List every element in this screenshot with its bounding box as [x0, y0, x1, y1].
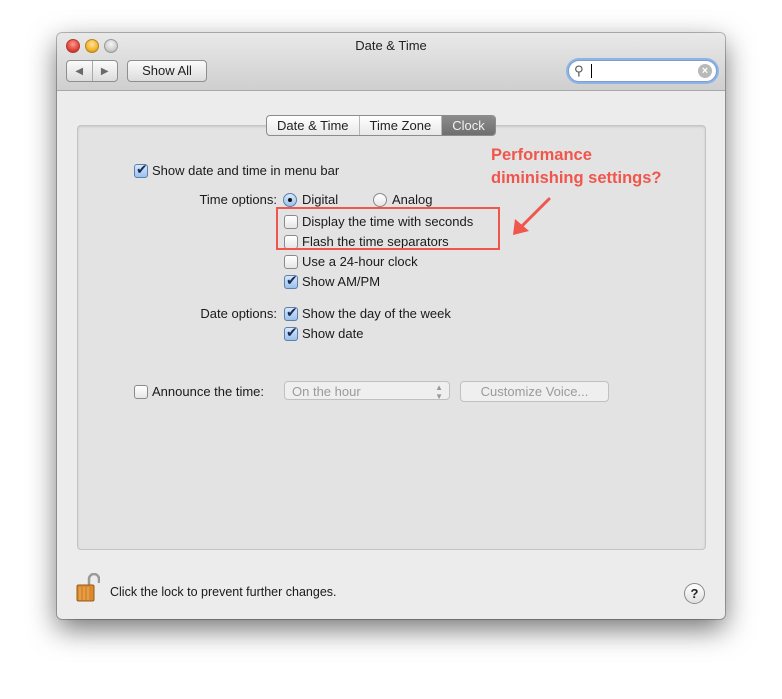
date-time-preferences-window: Date & Time ◀ ▶ Show All ⚲ × Date & Time…: [57, 33, 725, 619]
use-24-hour-checkbox[interactable]: [284, 254, 298, 269]
show-am-pm-label: Show AM/PM: [302, 274, 381, 289]
date-options-label-row: Date options:: [177, 306, 277, 321]
analog-radio-button[interactable]: [373, 192, 387, 207]
back-arrow-icon[interactable]: ◀: [67, 61, 93, 81]
digital-radio-button[interactable]: [283, 192, 297, 207]
text-cursor: [591, 64, 592, 78]
use-24-hour-option[interactable]: Use a 24-hour clock: [284, 254, 418, 269]
date-options-label: Date options:: [200, 306, 277, 321]
show-am-pm-option[interactable]: Show AM/PM: [284, 272, 381, 289]
unlocked-padlock-icon[interactable]: [76, 573, 100, 603]
search-icon: ⚲: [574, 63, 584, 78]
lock-status-text: Click the lock to prevent further change…: [110, 585, 337, 599]
annotation-line-2: diminishing settings?: [491, 169, 662, 187]
tab-date-time[interactable]: Date & Time: [267, 116, 360, 135]
updown-arrows-icon: ▲ ▼: [435, 383, 443, 401]
show-day-of-week-checkbox[interactable]: [284, 304, 298, 321]
analog-label: Analog: [392, 192, 433, 207]
radio-analog[interactable]: Analog: [373, 192, 432, 207]
help-button[interactable]: ?: [684, 583, 705, 604]
toolbar: Date & Time ◀ ▶ Show All ⚲ ×: [57, 33, 725, 91]
customize-voice-button[interactable]: Customize Voice...: [460, 381, 609, 402]
announce-interval-select[interactable]: On the hour ▲ ▼: [284, 381, 450, 401]
back-forward-control: ◀ ▶: [66, 60, 118, 82]
use-24-hour-label: Use a 24-hour clock: [302, 254, 418, 269]
announce-time-label: Announce the time:: [152, 384, 265, 399]
digital-label: Digital: [302, 192, 339, 207]
announce-time-checkbox[interactable]: [134, 384, 148, 399]
announce-interval-value: On the hour: [292, 384, 361, 399]
radio-digital[interactable]: Digital: [283, 192, 338, 207]
annotation-text: Performance diminishing settings?: [491, 144, 662, 190]
show-in-menu-bar-checkbox[interactable]: [134, 161, 148, 178]
tab-clock[interactable]: Clock: [442, 116, 495, 135]
time-options-label: Time options:: [199, 192, 277, 207]
show-date-option[interactable]: Show date: [284, 324, 364, 341]
show-in-menu-bar-option[interactable]: Show date and time in menu bar: [134, 161, 340, 178]
show-date-label: Show date: [302, 326, 364, 341]
search-input[interactable]: ⚲ ×: [568, 60, 717, 82]
show-all-button[interactable]: Show All: [127, 60, 207, 82]
tab-time-zone[interactable]: Time Zone: [360, 116, 443, 135]
show-am-pm-checkbox[interactable]: [284, 272, 298, 289]
show-date-checkbox[interactable]: [284, 324, 298, 341]
annotation-arrow-icon: [513, 197, 551, 235]
time-options-label-row: Time options:: [177, 192, 277, 207]
show-day-of-week-option[interactable]: Show the day of the week: [284, 304, 451, 321]
show-in-menu-bar-label: Show date and time in menu bar: [152, 163, 340, 178]
forward-arrow-icon[interactable]: ▶: [93, 61, 118, 81]
show-day-of-week-label: Show the day of the week: [302, 306, 451, 321]
annotation-line-1: Performance: [491, 146, 592, 164]
clear-search-icon[interactable]: ×: [698, 64, 712, 78]
window-title: Date & Time: [355, 38, 427, 53]
annotation-highlight-box: [276, 207, 500, 250]
announce-time-option[interactable]: Announce the time:: [134, 384, 264, 399]
tab-bar: Date & Time Time Zone Clock: [266, 115, 496, 136]
